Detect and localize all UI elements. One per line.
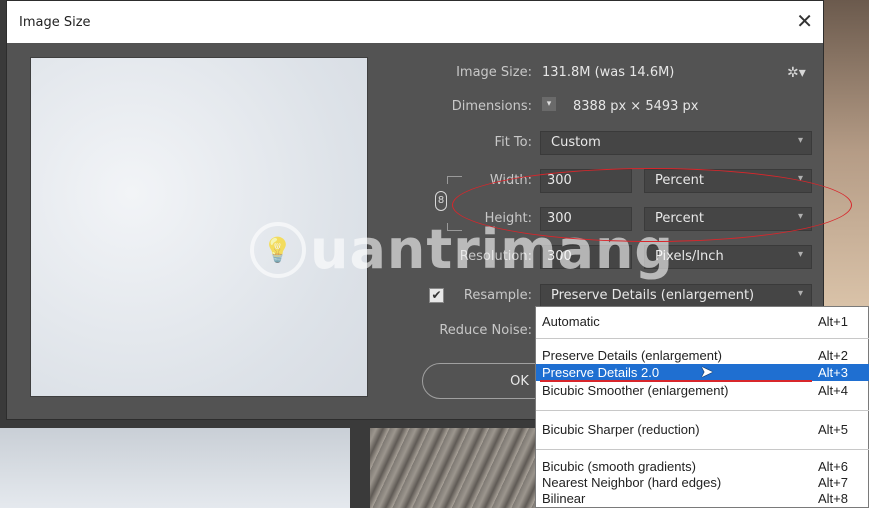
image-size-value: 131.8M (was 14.6M) xyxy=(542,65,675,80)
ok-button-label: OK xyxy=(510,373,529,389)
resample-value: Preserve Details (enlargement) xyxy=(551,288,755,303)
menu-item-shortcut: Alt+8 xyxy=(818,491,848,506)
menu-item-automatic[interactable]: Automatic Alt+1 xyxy=(536,313,869,330)
resample-select[interactable]: Preserve Details (enlargement) ▾ xyxy=(540,284,812,308)
dimensions-label: Dimensions: xyxy=(451,99,532,114)
menu-item-label: Preserve Details 2.0 xyxy=(542,365,660,380)
mouse-cursor-icon: ➤ xyxy=(700,362,714,381)
resample-checkbox[interactable]: ✔ xyxy=(429,288,444,303)
fit-to-label: Fit To: xyxy=(494,135,532,150)
dialog-title: Image Size xyxy=(19,14,91,30)
menu-item-shortcut: Alt+4 xyxy=(818,383,848,398)
menu-separator xyxy=(536,410,869,411)
resample-label: Resample: xyxy=(463,288,532,303)
dialog-titlebar: Image Size ✕ xyxy=(7,1,823,43)
background-photo-bottom-mid xyxy=(370,428,540,508)
menu-item-nearest-neighbor[interactable]: Nearest Neighbor (hard edges) Alt+7 xyxy=(536,474,869,491)
chevron-down-icon: ▾ xyxy=(797,249,803,260)
menu-item-shortcut: Alt+6 xyxy=(818,459,848,474)
chevron-down-icon: ▾ xyxy=(797,288,803,299)
chain-link-icon[interactable]: 8 xyxy=(435,191,447,211)
menu-item-bicubic[interactable]: Bicubic (smooth gradients) Alt+6 xyxy=(536,458,869,475)
chevron-down-icon: ▾ xyxy=(797,135,803,146)
link-bracket-top xyxy=(447,176,462,184)
menu-separator xyxy=(536,338,869,339)
background-photo-bottom-left xyxy=(0,428,350,508)
menu-item-shortcut: Alt+2 xyxy=(818,348,848,363)
menu-item-shortcut: Alt+1 xyxy=(818,314,848,329)
annotation-underline xyxy=(540,380,812,382)
menu-item-label: Nearest Neighbor (hard edges) xyxy=(542,475,722,490)
dimensions-unit-chevron-icon[interactable]: ▾ xyxy=(542,97,556,111)
menu-item-bicubic-smoother[interactable]: Bicubic Smoother (enlargement) Alt+4 xyxy=(536,382,869,399)
menu-item-label: Preserve Details (enlargement) xyxy=(542,348,722,363)
menu-item-label: Automatic xyxy=(542,314,600,329)
menu-item-shortcut: Alt+7 xyxy=(818,475,848,490)
menu-item-shortcut: Alt+3 xyxy=(818,365,848,380)
reduce-noise-label: Reduce Noise: xyxy=(439,323,532,338)
annotation-ellipse xyxy=(452,168,852,242)
menu-item-shortcut: Alt+5 xyxy=(818,422,848,437)
gear-icon[interactable]: ✲▾ xyxy=(787,65,806,81)
menu-item-bilinear[interactable]: Bilinear Alt+8 xyxy=(536,490,869,507)
close-icon[interactable]: ✕ xyxy=(796,9,813,33)
menu-item-label: Bicubic Smoother (enlargement) xyxy=(542,383,729,398)
image-size-label: Image Size: xyxy=(456,65,532,80)
menu-item-bicubic-sharper[interactable]: Bicubic Sharper (reduction) Alt+5 xyxy=(536,421,869,438)
menu-item-label: Bicubic Sharper (reduction) xyxy=(542,422,700,437)
fit-to-select[interactable]: Custom ▾ xyxy=(540,131,812,155)
resample-dropdown-menu: Automatic Alt+1 Preserve Details (enlarg… xyxy=(535,306,869,508)
lightbulb-icon: 💡 xyxy=(250,221,306,278)
fit-to-value: Custom xyxy=(551,135,601,150)
dimensions-value: 8388 px × 5493 px xyxy=(573,99,699,114)
menu-separator xyxy=(536,449,869,450)
menu-item-label: Bilinear xyxy=(542,491,586,506)
menu-item-label: Bicubic (smooth gradients) xyxy=(542,459,696,474)
